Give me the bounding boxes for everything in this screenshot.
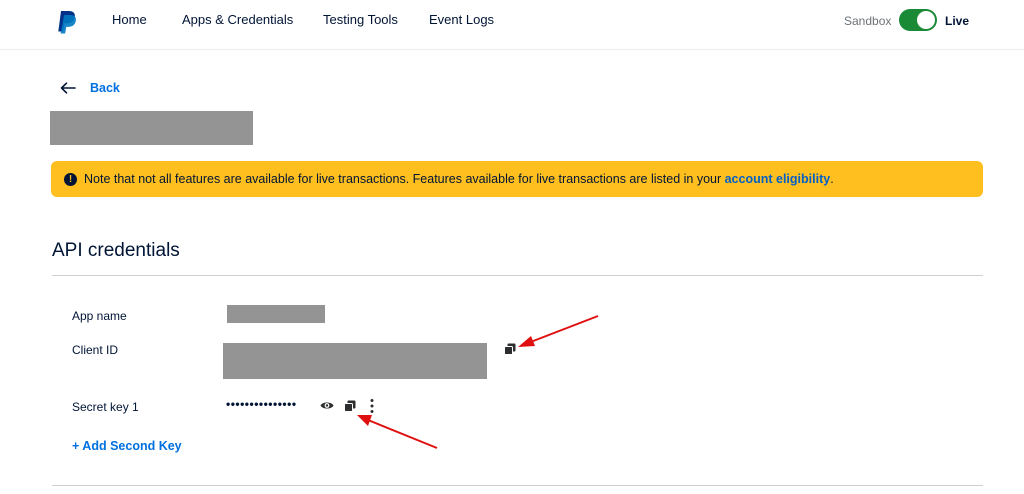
- redacted-client-id: [223, 343, 487, 379]
- back-label: Back: [90, 81, 120, 95]
- client-id-label: Client ID: [72, 343, 119, 357]
- notice-message: Note that not all features are available…: [84, 172, 725, 186]
- live-label: Live: [945, 14, 970, 28]
- secret-key-label: Secret key 1: [72, 400, 139, 414]
- arrow-left-icon: [60, 82, 76, 94]
- more-vertical-icon[interactable]: [369, 398, 375, 414]
- redacted-app-name: [227, 305, 325, 323]
- account-eligibility-link[interactable]: account eligibility: [725, 172, 831, 186]
- exclamation-icon: !: [64, 172, 77, 186]
- nav-apps-credentials[interactable]: Apps & Credentials: [182, 12, 293, 28]
- nav-home[interactable]: Home: [112, 12, 147, 28]
- eye-icon[interactable]: [320, 400, 334, 411]
- copy-client-id-icon[interactable]: [504, 343, 516, 355]
- app-name-label: App name: [72, 309, 127, 323]
- copy-secret-key-icon[interactable]: [344, 400, 356, 412]
- redacted-app-title: [50, 111, 253, 145]
- notice-text: Note that not all features are available…: [84, 172, 834, 186]
- section-divider: [52, 275, 983, 276]
- toggle-knob: [917, 11, 935, 29]
- nav-event-logs[interactable]: Event Logs: [429, 12, 494, 28]
- live-notice-banner: ! Note that not all features are availab…: [51, 161, 983, 197]
- back-link[interactable]: Back: [60, 79, 120, 97]
- sandbox-label: Sandbox: [844, 14, 892, 28]
- annotation-arrow-secret-key: [357, 415, 438, 449]
- secret-key-mask: •••••••••••••••: [226, 397, 297, 411]
- notice-suffix: .: [830, 172, 834, 186]
- section-title: API credentials: [52, 240, 180, 261]
- annotation-arrow-client-id: [518, 315, 599, 347]
- paypal-logo-icon[interactable]: [56, 10, 78, 34]
- environment-toggle[interactable]: [899, 9, 937, 31]
- add-second-key-link[interactable]: + Add Second Key: [72, 439, 182, 453]
- nav-testing-tools[interactable]: Testing Tools: [323, 12, 398, 28]
- top-navigation: Home Apps & Credentials Testing Tools Ev…: [0, 0, 1024, 50]
- section-bottom-divider: [52, 485, 983, 486]
